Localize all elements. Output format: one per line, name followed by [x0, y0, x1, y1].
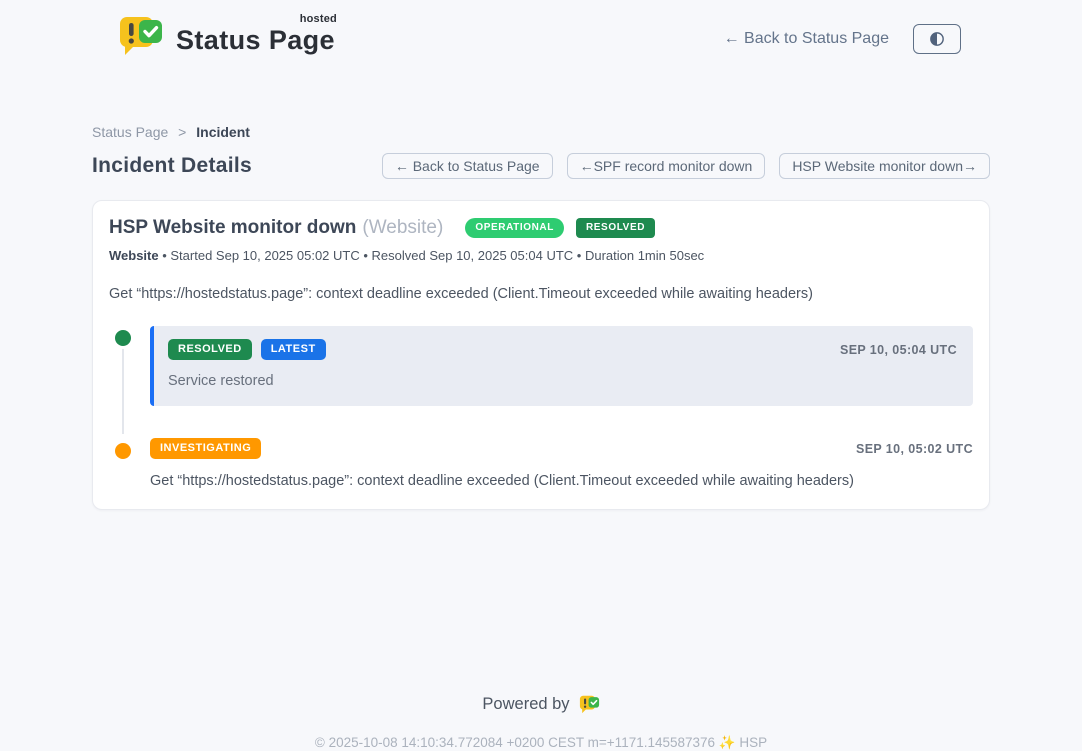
meta-component: Website	[109, 248, 159, 263]
breadcrumb: Status Page > Incident	[92, 124, 990, 140]
incident-title: HSP Website monitor down	[109, 217, 356, 239]
timeline-timestamp: SEP 10, 05:02 UTC	[856, 442, 973, 456]
timeline-entry-resolved: RESOLVED LATEST SEP 10, 05:04 UTC Servic…	[109, 326, 973, 406]
circle-half-icon	[928, 30, 946, 48]
breadcrumb-root[interactable]: Status Page	[92, 124, 168, 140]
meta-started: Started Sep 10, 2025 05:02 UTC	[170, 248, 359, 263]
timeline-dot-resolved	[115, 330, 131, 346]
statuspage-bubble-icon-small[interactable]	[579, 694, 600, 714]
meta-resolved: Resolved Sep 10, 2025 05:04 UTC	[372, 248, 574, 263]
back-to-status-page-button[interactable]: ← Back to Status Page	[382, 153, 553, 179]
footer: Powered by © 2025-10-08 14:10:34.772084 …	[0, 694, 1082, 751]
incident-scope: (Website)	[362, 217, 443, 239]
resolved-badge: RESOLVED	[576, 218, 655, 238]
incident-nav-buttons: ← Back to Status Page ←SPF record monito…	[382, 153, 990, 179]
brand-superscript: hosted	[300, 13, 337, 25]
statuspage-bubble-icon	[118, 14, 164, 56]
title-row: Incident Details ← Back to Status Page ←…	[92, 153, 990, 179]
timeline-latest-box: RESOLVED LATEST SEP 10, 05:04 UTC Servic…	[150, 326, 973, 406]
theme-toggle-button[interactable]	[913, 24, 961, 54]
timeline-entry-head: RESOLVED LATEST SEP 10, 05:04 UTC	[168, 339, 957, 360]
meta-separator: •	[159, 248, 171, 263]
header-right: ← Back to Status Page	[724, 24, 961, 54]
incident-timeline: RESOLVED LATEST SEP 10, 05:04 UTC Servic…	[109, 326, 973, 489]
timeline-message: Get “https://hostedstatus.page”: context…	[150, 473, 973, 489]
breadcrumb-current: Incident	[196, 124, 250, 140]
investigating-status-badge: INVESTIGATING	[150, 438, 261, 459]
breadcrumb-separator: >	[178, 124, 186, 140]
brand-name: Status Pagehosted	[176, 15, 335, 56]
prev-incident-button[interactable]: ←SPF record monitor down	[567, 153, 766, 179]
incident-description: Get “https://hostedstatus.page”: context…	[109, 286, 973, 302]
meta-separator: •	[573, 248, 585, 263]
meta-separator: •	[360, 248, 372, 263]
header-back-link[interactable]: ← Back to Status Page	[724, 30, 889, 48]
timeline-timestamp: SEP 10, 05:04 UTC	[840, 343, 957, 357]
powered-by: Powered by	[0, 694, 1082, 714]
latest-badge: LATEST	[261, 339, 326, 360]
incident-card: HSP Website monitor down (Website) OPERA…	[92, 200, 990, 510]
incident-title-row: HSP Website monitor down (Website) OPERA…	[109, 217, 973, 239]
page-title: Incident Details	[92, 154, 252, 178]
powered-by-label: Powered by	[482, 695, 569, 714]
brand-logo[interactable]: Status Pagehosted	[118, 14, 335, 56]
timeline-dot-investigating	[115, 443, 131, 459]
timeline-entry-head: INVESTIGATING SEP 10, 05:02 UTC	[150, 438, 973, 459]
resolved-status-badge: RESOLVED	[168, 339, 252, 360]
next-incident-button[interactable]: HSP Website monitor down→	[779, 153, 990, 179]
header: Status Pagehosted ← Back to Status Page	[0, 0, 1082, 56]
incident-badges: OPERATIONAL RESOLVED	[465, 218, 655, 238]
timeline-message: Service restored	[168, 373, 957, 389]
timeline-entry-investigating: INVESTIGATING SEP 10, 05:02 UTC Get “htt…	[109, 438, 973, 489]
incident-meta: Website • Started Sep 10, 2025 05:02 UTC…	[109, 248, 973, 263]
meta-duration: Duration 1min 50sec	[585, 248, 704, 263]
copyright-line: © 2025-10-08 14:10:34.772084 +0200 CEST …	[0, 735, 1082, 751]
operational-badge: OPERATIONAL	[465, 218, 564, 238]
